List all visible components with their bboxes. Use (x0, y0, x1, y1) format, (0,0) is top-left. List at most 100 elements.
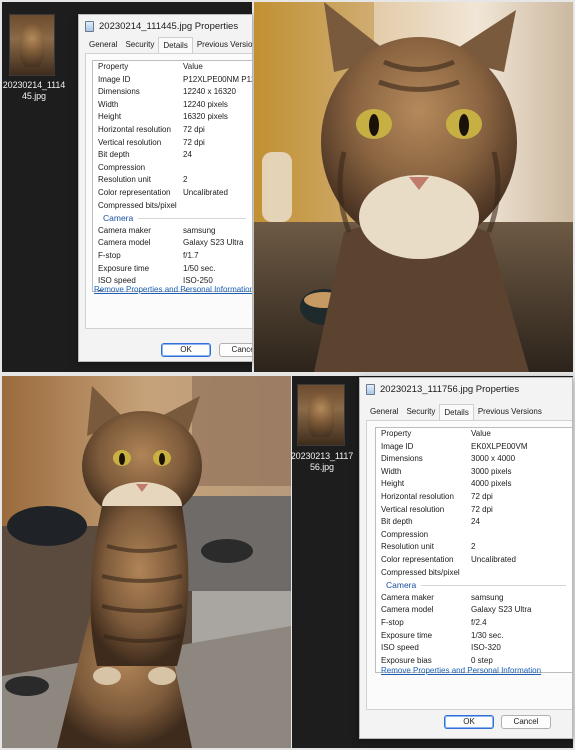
tab-security[interactable]: Security (121, 37, 158, 53)
property-name: Width (98, 99, 119, 109)
properties-dialog-bottom: 20230213_111756.jpg Properties General S… (359, 377, 573, 739)
property-value: 72 dpi (183, 124, 205, 134)
section-divider (138, 218, 246, 220)
property-name: Bit depth (381, 517, 413, 527)
property-row: Image ID P12XLPE00NM P12 (93, 74, 252, 87)
column-header-value: Value (471, 429, 491, 438)
tab-general[interactable]: General (85, 37, 121, 53)
property-value: 12240 pixels (183, 99, 228, 109)
property-value: samsung (183, 225, 216, 235)
property-name: Camera model (98, 238, 151, 248)
property-name: ISO speed (381, 643, 419, 653)
thumbnail-top[interactable] (9, 14, 55, 76)
remove-properties-link[interactable]: Remove Properties and Personal Informati… (94, 285, 252, 294)
property-row: Resolution unit 2 (93, 174, 252, 187)
property-name: Camera model (381, 605, 434, 615)
section-title: Camera (103, 213, 134, 224)
tab-previous-versions[interactable]: Previous Versions (193, 37, 252, 53)
property-value: Galaxy S23 Ultra (183, 238, 244, 248)
property-row: Compressed bits/pixel (93, 200, 252, 213)
cat-thumbnail-image (308, 393, 334, 437)
property-name: Image ID (98, 74, 131, 84)
property-value: 3000 x 4000 (471, 454, 516, 464)
property-row: ISO speed ISO-320 (376, 642, 572, 655)
property-value: 24 (471, 517, 480, 527)
tab-details[interactable]: Details (158, 37, 193, 53)
property-row: Vertical resolution 72 dpi (376, 504, 572, 517)
dialog-title-bar: 20230214_111445.jpg Properties (79, 15, 252, 37)
property-name: Width (381, 466, 402, 476)
property-row: Vertical resolution 72 dpi (93, 137, 252, 150)
thumbnail-label-bottom[interactable]: 20230213_111756.jpg (289, 451, 355, 473)
property-name: Compression (381, 529, 429, 539)
property-value: 2 (183, 175, 188, 185)
property-name: F-stop (381, 617, 404, 627)
property-row: Camera model Galaxy S23 Ultra (376, 604, 572, 617)
property-value: ISO-320 (471, 643, 501, 653)
property-name: Camera maker (381, 592, 434, 602)
property-name: Dimensions (98, 87, 140, 97)
ok-button[interactable]: OK (161, 343, 211, 357)
property-value: 24 (183, 150, 192, 160)
property-row: Camera model Galaxy S23 Ultra (93, 237, 252, 250)
property-name: Vertical resolution (381, 504, 445, 514)
property-value: 2 (471, 542, 476, 552)
property-name: Image ID (381, 441, 414, 451)
properties-dialog-top: 20230214_111445.jpg Properties General S… (78, 14, 253, 362)
section-header-camera: Camera (93, 212, 252, 225)
tab-previous-versions[interactable]: Previous Versions (474, 404, 546, 420)
property-row: F-stop f/2.4 (376, 617, 572, 630)
property-value: 3000 pixels (471, 466, 512, 476)
property-value: 16320 pixels (183, 112, 228, 122)
property-value: EK0XLPE00VM (471, 441, 528, 451)
property-row: Compressed bits/pixel (376, 567, 572, 580)
property-name: Exposure time (98, 263, 150, 273)
cancel-button[interactable]: Cancel (501, 715, 551, 729)
tab-details[interactable]: Details (439, 404, 474, 420)
property-name: Height (98, 112, 122, 122)
property-value: Uncalibrated (183, 187, 228, 197)
property-name: Height (381, 479, 405, 489)
property-row: Camera maker samsung (93, 225, 252, 238)
thumbnail-label-top[interactable]: 20230214_111445.jpg (2, 80, 66, 102)
property-value: f/2.4 (471, 617, 487, 627)
property-value: 72 dpi (183, 137, 205, 147)
section-title: Camera (386, 580, 417, 591)
property-name: Color representation (98, 187, 171, 197)
cat-thumbnail-image (19, 23, 45, 67)
property-row: Bit depth 24 (93, 149, 252, 162)
dialog-title-bar: 20230213_111756.jpg Properties (360, 378, 572, 400)
property-name: Camera maker (98, 225, 151, 235)
property-row: Width 12240 pixels (93, 99, 252, 112)
property-name: Horizontal resolution (98, 124, 171, 134)
cancel-button[interactable]: Cancel (219, 343, 252, 357)
property-row: Dimensions 3000 x 4000 (376, 453, 572, 466)
photo-cat-standing (2, 376, 291, 748)
ok-button[interactable]: OK (444, 715, 494, 729)
tab-bar: General Security Details Previous Versio… (85, 37, 252, 53)
column-header-property: Property (381, 429, 412, 438)
property-row: Horizontal resolution 72 dpi (93, 124, 252, 137)
property-name: Resolution unit (381, 542, 434, 552)
thumbnail-bottom[interactable] (297, 384, 345, 446)
section-divider (421, 585, 566, 587)
property-row: Camera maker samsung (376, 592, 572, 605)
file-icon (366, 383, 375, 395)
details-pane: Property Value Image ID EK0XLPE00VM Dimensio… (366, 420, 572, 710)
tab-general[interactable]: General (366, 404, 402, 420)
column-header-value: Value (183, 62, 203, 71)
property-row: F-stop f/1.7 (93, 250, 252, 263)
properties-list[interactable]: Property Value Image ID P12XLPE00NM P12 Dime… (92, 60, 252, 292)
property-row: Image ID EK0XLPE00VM (376, 441, 572, 454)
properties-list[interactable]: Property Value Image ID EK0XLPE00VM Dimensio… (375, 427, 572, 673)
property-name: Compression (98, 162, 146, 172)
property-row: Horizontal resolution 72 dpi (376, 491, 572, 504)
property-name: F-stop (98, 250, 121, 260)
section-header-camera: Camera (376, 579, 572, 592)
tab-security[interactable]: Security (402, 404, 439, 420)
list-header: Property Value (376, 428, 572, 441)
tab-bar: General Security Details Previous Versio… (366, 404, 546, 420)
remove-properties-link[interactable]: Remove Properties and Personal Informati… (381, 666, 541, 675)
property-row: Color representation Uncalibrated (93, 187, 252, 200)
photo-cat-closeup (254, 2, 573, 372)
